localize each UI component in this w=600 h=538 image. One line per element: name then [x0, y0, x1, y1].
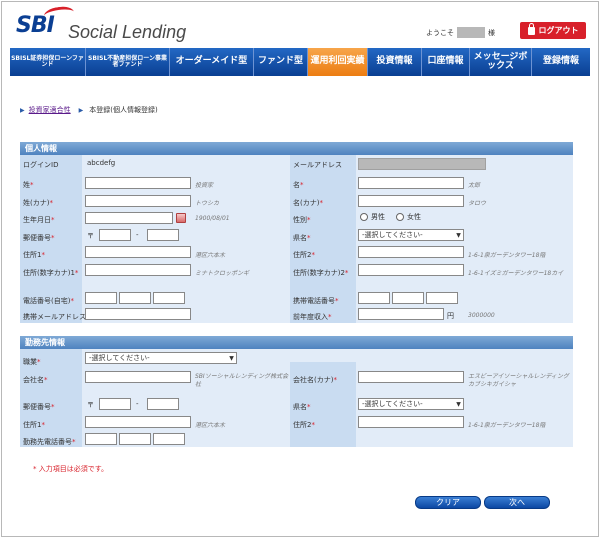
last-name-kana-input[interactable] [85, 195, 191, 207]
mobile-email-input[interactable] [85, 308, 191, 320]
nav-yield-results[interactable]: 運用利回実績 [308, 48, 368, 76]
required-note: * 入力項目は必須です。 [33, 465, 109, 473]
nav-securities-loan-fund[interactable]: SBISL証券担保ローンファンド [10, 48, 86, 76]
header: SBI Social Lending ようこそ 様 ログアウト [2, 2, 598, 46]
section-work-title: 勤務先情報 [20, 336, 573, 349]
work-address2-input[interactable] [358, 416, 464, 428]
home-phone-2-input[interactable] [119, 292, 151, 304]
page-frame: SBI Social Lending ようこそ 様 ログアウト SBISL証券担… [1, 1, 599, 537]
mobile-phone-3-input[interactable] [426, 292, 458, 304]
nav-custom-made[interactable]: オーダーメイド型 [170, 48, 254, 76]
address1-input[interactable] [85, 246, 191, 258]
company-name-input[interactable] [85, 371, 191, 383]
address-kana1-input[interactable] [85, 264, 191, 276]
logout-button[interactable]: ログアウト [520, 22, 586, 39]
calendar-icon[interactable] [176, 213, 186, 223]
income-input[interactable] [358, 308, 444, 320]
mobile-phone-1-input[interactable] [358, 292, 390, 304]
mobile-phone-2-input[interactable] [392, 292, 424, 304]
work-phone-1-input[interactable] [85, 433, 117, 445]
clear-button[interactable]: クリア [415, 496, 481, 509]
breadcrumb-current: 本登録(個人情報登録) [89, 106, 158, 114]
work-prefecture-select[interactable]: -選択してください- ▼ [358, 398, 464, 410]
chevron-down-icon: ▼ [229, 354, 234, 362]
triangle-icon: ▶ [78, 106, 84, 114]
nav-investment-info[interactable]: 投資情報 [368, 48, 422, 76]
home-phone-3-input[interactable] [153, 292, 185, 304]
work-phone-2-input[interactable] [119, 433, 151, 445]
first-name-kana-input[interactable] [358, 195, 464, 207]
gender-male-radio[interactable]: 男性 [360, 212, 385, 222]
lock-icon [527, 22, 535, 35]
prefecture-select[interactable]: -選択してください- ▼ [358, 229, 464, 241]
company-name-kana-input[interactable] [358, 371, 464, 383]
zip-code-second-input[interactable] [147, 229, 179, 241]
breadcrumb: ▶ 投資家適合性 ▶ 本登録(個人情報登録) [20, 105, 158, 115]
first-name-input[interactable] [358, 177, 464, 189]
welcome-message: ようこそ 様 [426, 27, 495, 38]
masked-username [457, 27, 485, 38]
nav-real-estate-loan-fund[interactable]: SBISL不動産担保ローン事業者ファンド [86, 48, 170, 76]
gender-female-radio[interactable]: 女性 [396, 212, 421, 222]
triangle-icon: ▶ [20, 106, 25, 114]
work-address1-input[interactable] [85, 416, 191, 428]
section-personal-title: 個人情報 [20, 142, 573, 155]
birthdate-input[interactable] [85, 212, 173, 224]
occupation-select[interactable]: -選択してください- ▼ [85, 352, 237, 364]
nav-message-box[interactable]: メッセージボックス [470, 48, 532, 76]
chevron-down-icon: ▼ [456, 400, 461, 408]
brand-name: Social Lending [68, 22, 187, 42]
nav-registration-info[interactable]: 登録情報 [532, 48, 590, 76]
work-phone-3-input[interactable] [153, 433, 185, 445]
chevron-down-icon: ▼ [456, 231, 461, 239]
nav-fund-type[interactable]: ファンド型 [254, 48, 308, 76]
work-zip-first-input[interactable] [99, 398, 131, 410]
home-phone-1-input[interactable] [85, 292, 117, 304]
nav-account-info[interactable]: 口座情報 [422, 48, 470, 76]
breadcrumb-link[interactable]: 投資家適合性 [29, 105, 71, 115]
work-zip-second-input[interactable] [147, 398, 179, 410]
zip-code-first-input[interactable] [99, 229, 131, 241]
address2-input[interactable] [358, 246, 464, 258]
next-button[interactable]: 次へ [484, 496, 550, 509]
sbi-logo: SBI [16, 4, 75, 38]
address-kana2-input[interactable] [358, 264, 464, 276]
email-display [358, 158, 486, 170]
main-nav: SBISL証券担保ローンファンド SBISL不動産担保ローン事業者ファンド オー… [10, 48, 590, 76]
login-id-value: abcdefg [87, 159, 116, 167]
last-name-input[interactable] [85, 177, 191, 189]
